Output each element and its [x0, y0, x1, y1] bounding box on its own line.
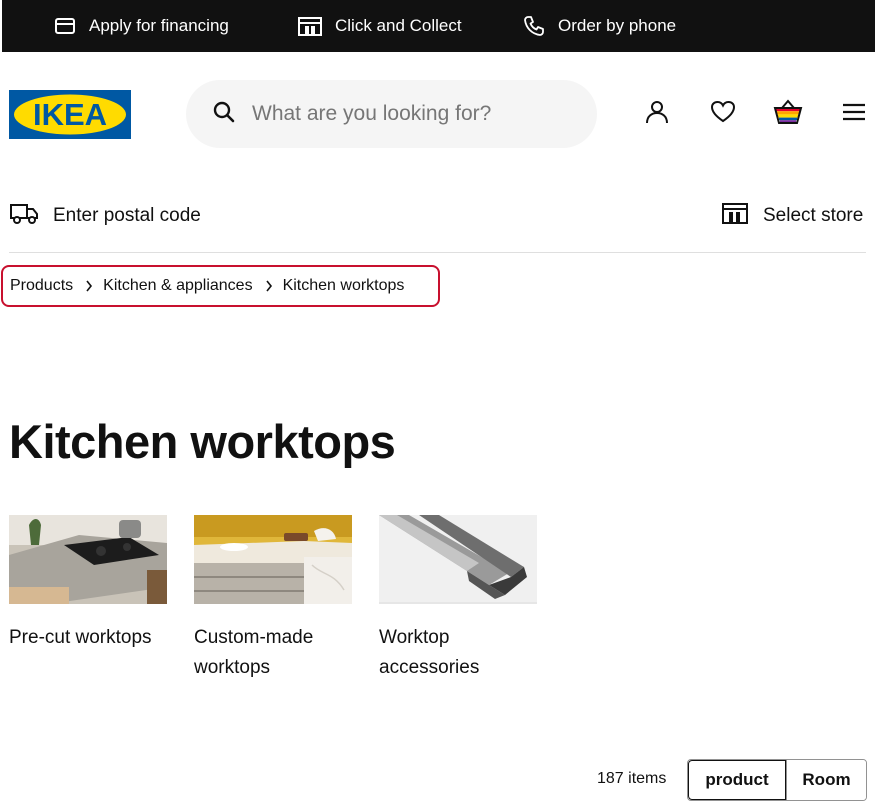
apply-financing-label: Apply for financing: [89, 16, 229, 35]
chevron-right-icon: [85, 280, 93, 292]
category-label: Worktop accessories: [379, 627, 480, 678]
phone-icon: [522, 14, 546, 38]
category-label: Custom-made worktops: [194, 627, 314, 678]
search-icon: [212, 100, 236, 129]
order-by-phone-label: Order by phone: [558, 16, 677, 35]
breadcrumb: Products Kitchen & appliances Kitchen wo…: [1, 265, 440, 307]
chevron-right-icon: [265, 280, 273, 292]
user-icon: [644, 99, 670, 130]
basket-button[interactable]: [773, 98, 803, 130]
search-input[interactable]: [252, 102, 582, 126]
breadcrumb-kitchen-appliances[interactable]: Kitchen & appliances: [103, 277, 252, 295]
store-icon: [721, 201, 749, 231]
apply-financing-link[interactable]: Apply for financing: [53, 14, 229, 38]
click-and-collect-label: Click and Collect: [335, 16, 462, 35]
postal-code-button[interactable]: Enter postal code: [9, 201, 201, 231]
category-card-accessories[interactable]: Worktop accessories: [379, 515, 538, 683]
wishlist-button[interactable]: [708, 99, 738, 129]
select-store-label: Select store: [763, 205, 864, 226]
heart-icon: [710, 100, 736, 129]
pre-cut-worktops-image: [9, 515, 167, 604]
menu-button[interactable]: [839, 99, 869, 129]
delivery-truck-icon: [9, 201, 39, 231]
store-icon: [297, 14, 323, 38]
logo-text: IKEA: [33, 97, 107, 132]
order-by-phone-link[interactable]: Order by phone: [522, 14, 676, 38]
item-count: 187 items: [597, 770, 667, 787]
worktop-accessories-image: [379, 515, 537, 604]
click-and-collect-link[interactable]: Click and Collect: [297, 14, 462, 38]
product-view-button[interactable]: product: [688, 760, 786, 800]
ikea-logo[interactable]: IKEA: [9, 90, 131, 139]
category-label: Pre-cut worktops: [9, 627, 152, 648]
breadcrumb-products[interactable]: Products: [10, 277, 73, 295]
credit-card-icon: [53, 14, 77, 38]
top-banner: Apply for financing Click and Collect Or…: [2, 0, 875, 52]
search-bar[interactable]: [186, 80, 597, 148]
breadcrumb-kitchen-worktops: Kitchen worktops: [282, 277, 405, 294]
select-store-button[interactable]: Select store: [721, 201, 863, 231]
category-card-pre-cut[interactable]: Pre-cut worktops: [9, 515, 168, 653]
custom-made-worktops-image: [194, 515, 352, 604]
category-card-custom-made[interactable]: Custom-made worktops: [194, 515, 353, 683]
account-button[interactable]: [642, 99, 672, 129]
hamburger-menu-icon: [841, 101, 867, 128]
shopping-bag-icon: [773, 98, 803, 130]
header-divider: [9, 252, 866, 253]
postal-code-label: Enter postal code: [53, 205, 201, 226]
room-view-button[interactable]: Room: [786, 760, 866, 800]
view-toggle: product Room: [687, 759, 867, 801]
page-title: Kitchen worktops: [9, 415, 396, 468]
